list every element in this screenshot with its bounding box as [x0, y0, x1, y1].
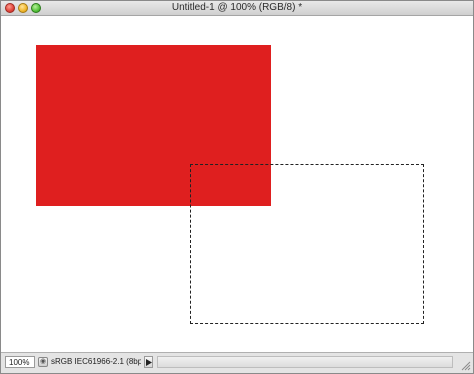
- document-window: Untitled-1 @ 100% (RGB/8) * 100% ◉ sRGB …: [0, 0, 474, 374]
- close-button-icon[interactable]: [5, 3, 15, 13]
- zoom-button-icon[interactable]: [31, 3, 41, 13]
- resize-grip-icon[interactable]: [459, 359, 471, 371]
- document-profile-info: sRGB IEC61966-2.1 (8bpc): [51, 357, 141, 366]
- selection-marquee[interactable]: [190, 164, 424, 324]
- status-info-icon[interactable]: ◉: [38, 357, 48, 367]
- minimize-button-icon[interactable]: [18, 3, 28, 13]
- triangle-right-icon[interactable]: [144, 356, 153, 368]
- document-canvas[interactable]: [1, 16, 473, 352]
- window-title: Untitled-1 @ 100% (RGB/8) *: [171, 2, 303, 13]
- horizontal-scrollbar[interactable]: [157, 356, 453, 368]
- zoom-level-field[interactable]: 100%: [5, 356, 35, 368]
- status-bar: 100% ◉ sRGB IEC61966-2.1 (8bpc): [1, 352, 473, 373]
- title-bar[interactable]: Untitled-1 @ 100% (RGB/8) *: [1, 1, 473, 16]
